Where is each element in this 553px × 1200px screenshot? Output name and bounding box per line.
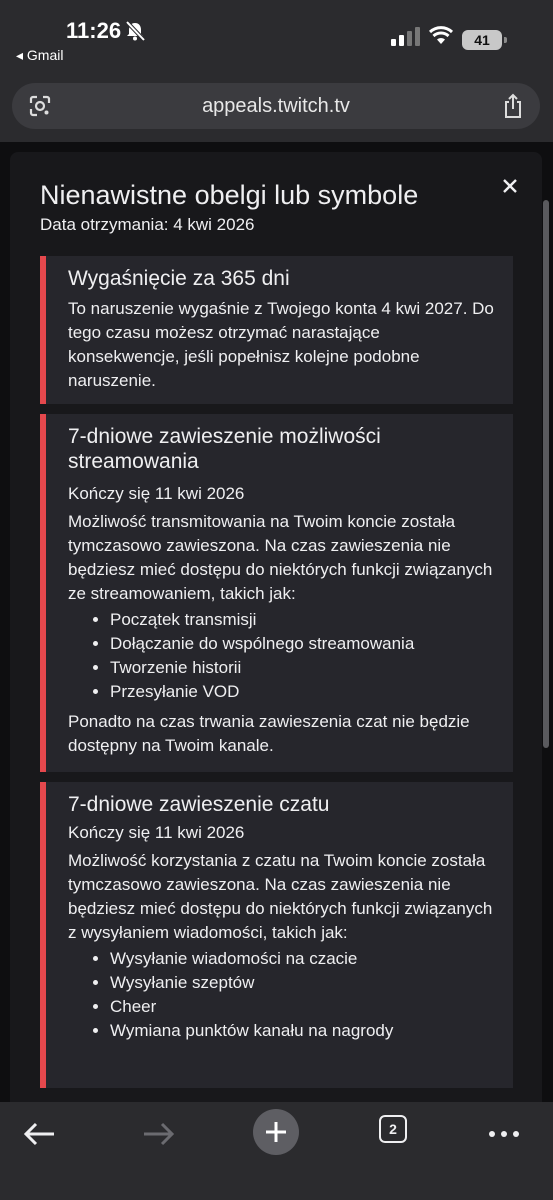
stream-suspension-end-date: Kończy się 11 kwi 2026 (68, 484, 245, 503)
expiry-card: Wygaśnięcie za 365 dni To naruszenie wyg… (40, 256, 513, 404)
list-item: Przesyłanie VOD (110, 680, 495, 704)
page-content: Nienawistne obelgi lub symbole Data otrz… (0, 142, 553, 1102)
stream-suspension-heading: 7-dniowe zawieszenie możliwości streamow… (68, 425, 381, 473)
silent-bell-icon (125, 20, 146, 42)
received-date: Data otrzymania: 4 kwi 2026 (40, 215, 255, 234)
share-icon[interactable] (502, 93, 524, 119)
back-arrow-icon[interactable] (18, 1112, 62, 1156)
violation-details-modal: Nienawistne obelgi lub symbole Data otrz… (10, 152, 542, 1102)
list-item: Cheer (110, 995, 495, 1019)
status-bar: 11:26 ◂ Gmail 41 (0, 0, 553, 72)
more-menu-icon[interactable] (482, 1112, 526, 1156)
chat-suspension-heading: 7-dniowe zawieszenie czatu (68, 793, 330, 816)
browser-address-area: appeals.twitch.tv (0, 72, 553, 142)
list-item: Wysyłanie wiadomości na czacie (110, 947, 495, 971)
forward-arrow-icon[interactable] (136, 1112, 180, 1156)
tab-switcher-button[interactable]: 2 (379, 1115, 407, 1143)
browser-toolbar: 2 (0, 1102, 553, 1200)
list-item: Dołączanie do wspólnego streamowania (110, 632, 495, 656)
expiry-text: To naruszenie wygaśnie z Twojego konta 4… (68, 299, 494, 390)
modal-title: Nienawistne obelgi lub symbole (40, 180, 419, 210)
chat-restrictions-list: Wysyłanie wiadomości na czacie Wysyłanie… (68, 947, 495, 1043)
chat-suspension-end-date: Kończy się 11 kwi 2026 (68, 823, 245, 842)
plus-icon (266, 1122, 286, 1142)
close-icon[interactable] (496, 172, 524, 200)
list-item: Tworzenie historii (110, 656, 495, 680)
list-item: Wysyłanie szeptów (110, 971, 495, 995)
url-text[interactable]: appeals.twitch.tv (12, 95, 540, 118)
battery-indicator: 41 (462, 30, 507, 50)
stream-suspension-footer: Ponadto na czas trwania zawieszenia czat… (68, 712, 470, 755)
stream-suspension-text: Możliwość transmitowania na Twoim koncie… (68, 512, 493, 603)
stream-suspension-card: 7-dniowe zawieszenie możliwości streamow… (40, 414, 513, 772)
wifi-icon (428, 26, 454, 44)
new-tab-button[interactable] (253, 1109, 299, 1155)
expiry-heading: Wygaśnięcie za 365 dni (68, 267, 290, 290)
clock: 11:26 (66, 18, 122, 43)
chat-suspension-card: 7-dniowe zawieszenie czatu Kończy się 11… (40, 782, 513, 1088)
scrollbar[interactable] (543, 200, 549, 748)
cellular-signal-icon (391, 27, 420, 46)
list-item: Początek transmisji (110, 608, 495, 632)
address-bar[interactable]: appeals.twitch.tv (12, 83, 540, 129)
stream-restrictions-list: Początek transmisji Dołączanie do wspóln… (68, 608, 495, 704)
back-to-gmail-link[interactable]: ◂ Gmail (16, 47, 63, 64)
chat-suspension-text: Możliwość korzystania z czatu na Twoim k… (68, 851, 493, 942)
list-item: Wymiana punktów kanału na nagrody (110, 1019, 495, 1043)
